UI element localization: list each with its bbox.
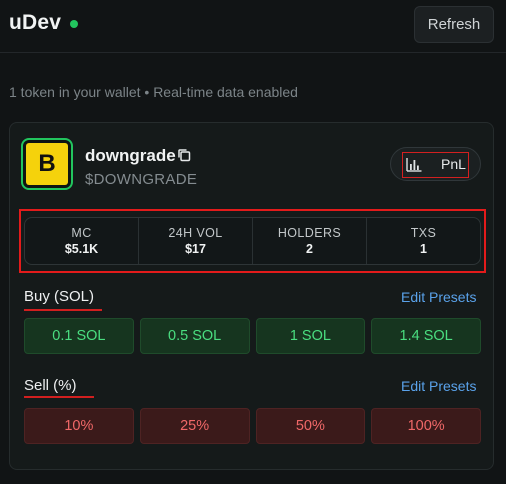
stat-value: $5.1K: [64, 242, 99, 256]
header-divider: [0, 52, 506, 53]
live-status-dot: [70, 20, 78, 28]
stat-holders: HOLDERS 2: [253, 218, 367, 264]
stat-24h-volume: 24H VOL $17: [139, 218, 253, 264]
app-title: uDev: [9, 11, 62, 34]
token-card: B downgrade $DOWNGRADE PnL MC $5.1K 24H …: [9, 122, 494, 470]
sell-section-title: Sell (%): [24, 377, 77, 394]
stat-label: 24H VOL: [168, 226, 223, 240]
buy-preset-button[interactable]: 1 SOL: [255, 318, 366, 354]
refresh-button[interactable]: Refresh: [414, 6, 494, 43]
sell-presets: 10% 25% 50% 100%: [24, 408, 481, 444]
header: uDev Refresh: [0, 0, 506, 52]
buy-preset-button[interactable]: 1.4 SOL: [371, 318, 481, 354]
stat-label: TXS: [410, 226, 437, 240]
stat-transactions: TXS 1: [367, 218, 480, 264]
wallet-summary: 1 token in your wallet • Real-time data …: [9, 84, 298, 100]
buy-edit-presets-link[interactable]: Edit Presets: [401, 289, 476, 305]
token-logo-letter: B: [26, 143, 68, 185]
sell-preset-button[interactable]: 10%: [24, 408, 134, 444]
stat-value: 1: [420, 242, 427, 256]
stat-label: MC: [71, 226, 92, 240]
stat-market-cap: MC $5.1K: [25, 218, 139, 264]
copy-icon[interactable]: [177, 148, 191, 162]
sell-preset-button[interactable]: 50%: [255, 408, 366, 444]
sell-preset-button[interactable]: 100%: [371, 408, 481, 444]
token-logo: B: [21, 138, 73, 190]
sell-preset-button[interactable]: 25%: [139, 408, 250, 444]
token-symbol: $DOWNGRADE: [85, 171, 198, 188]
wallet-page: uDev Refresh 1 token in your wallet • Re…: [0, 0, 506, 484]
buy-preset-button[interactable]: 0.1 SOL: [24, 318, 134, 354]
bar-chart-icon: [406, 158, 422, 172]
stat-value: $17: [185, 242, 206, 256]
buy-section-title: Buy (SOL): [24, 288, 95, 305]
token-stats: MC $5.1K 24H VOL $17 HOLDERS 2 TXS 1: [24, 217, 481, 265]
buy-title-underline: [24, 309, 102, 311]
stat-label: HOLDERS: [277, 226, 342, 240]
buy-preset-button[interactable]: 0.5 SOL: [139, 318, 250, 354]
pnl-button[interactable]: PnL: [390, 147, 481, 181]
stat-value: 2: [306, 242, 313, 256]
sell-title-underline: [24, 396, 94, 398]
sell-edit-presets-link[interactable]: Edit Presets: [401, 378, 476, 394]
buy-presets: 0.1 SOL 0.5 SOL 1 SOL 1.4 SOL: [24, 318, 481, 354]
token-name: downgrade: [85, 146, 176, 165]
pnl-label: PnL: [441, 156, 466, 172]
